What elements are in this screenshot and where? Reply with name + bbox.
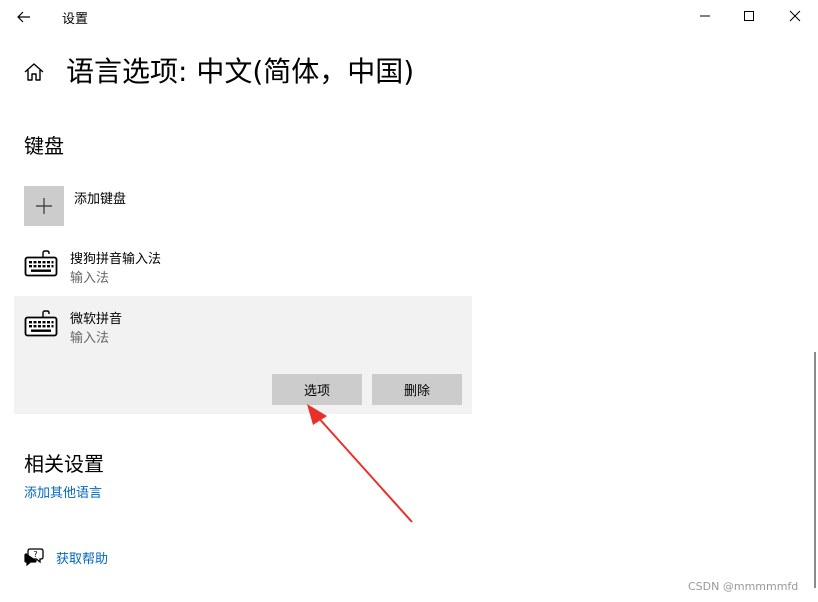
keyboard-icon [24, 310, 58, 337]
keyboard-item-sogou[interactable]: 搜狗拼音输入法 输入法 [14, 246, 472, 290]
back-button[interactable] [10, 4, 38, 30]
app-title: 设置 [62, 12, 89, 27]
keyboard-heading: 键盘 [24, 134, 64, 158]
watermark: CSDN @mmmmmfd [688, 580, 799, 593]
home-icon[interactable] [22, 60, 46, 84]
keyboard-item-microsoft-pinyin[interactable]: 微软拼音 输入法 选项 删除 [14, 296, 472, 414]
maximize-button[interactable] [726, 0, 772, 32]
close-button[interactable] [772, 0, 818, 32]
maximize-icon [744, 11, 754, 21]
plus-icon [36, 198, 52, 214]
keyboard-type: 输入法 [70, 331, 110, 346]
close-icon [789, 10, 801, 22]
minimize-icon [700, 15, 710, 17]
add-keyboard-tile[interactable] [24, 186, 64, 226]
svg-text:?: ? [33, 550, 37, 559]
minimize-button[interactable] [682, 0, 728, 32]
options-button[interactable]: 选项 [272, 374, 362, 405]
get-help-row[interactable]: ? 获取帮助 [24, 546, 164, 568]
scrollbar[interactable] [814, 352, 816, 588]
related-settings-heading: 相关设置 [24, 452, 104, 476]
add-keyboard-button[interactable]: 添加键盘 [24, 186, 224, 226]
get-help-link[interactable]: 获取帮助 [56, 548, 108, 567]
keyboard-icon [24, 250, 58, 277]
keyboard-name: 搜狗拼音输入法 [70, 252, 162, 267]
delete-button[interactable]: 删除 [372, 374, 462, 405]
add-keyboard-label: 添加键盘 [74, 192, 127, 207]
back-arrow-icon [17, 11, 30, 23]
title-bar: 设置 [0, 0, 818, 34]
add-language-link[interactable]: 添加其他语言 [24, 482, 102, 501]
keyboard-name: 微软拼音 [70, 312, 123, 327]
page-title: 语言选项: 中文(简体，中国) [66, 55, 415, 88]
keyboard-type: 输入法 [70, 271, 110, 286]
help-chat-icon: ? [24, 548, 44, 567]
